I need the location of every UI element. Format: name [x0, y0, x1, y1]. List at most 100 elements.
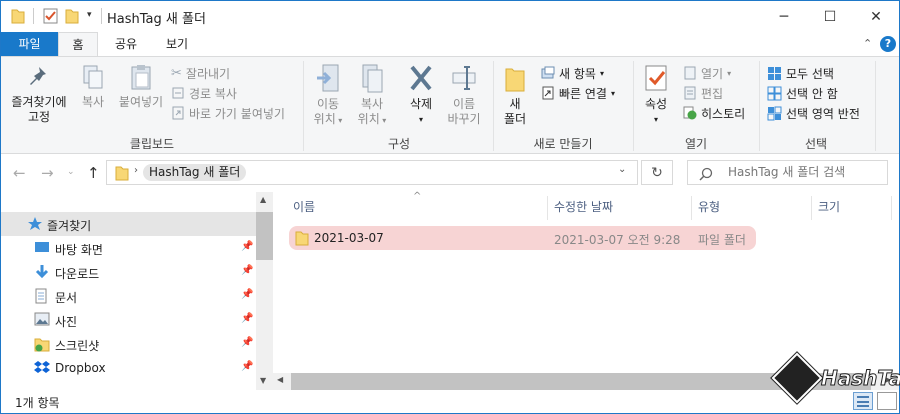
help-icon[interactable]: ? — [880, 36, 896, 52]
collapse-ribbon-icon[interactable]: ⌃ — [863, 37, 872, 50]
column-divider[interactable] — [691, 196, 692, 220]
nav-item-dropbox[interactable]: Dropbox 📌 — [1, 356, 256, 380]
new-folder-button[interactable]: 새 폴더 — [499, 63, 531, 127]
nav-pane-scrollbar[interactable]: ▲ ▼ — [256, 192, 273, 390]
copy-icon — [83, 65, 103, 89]
group-divider — [493, 61, 494, 151]
pin-to-quick-access-button[interactable]: 즐겨찾기에 고정 — [7, 63, 71, 125]
maximize-button[interactable]: ☐ — [807, 1, 853, 32]
folder-icon — [295, 231, 309, 246]
pin-icon: 📌 — [241, 313, 254, 324]
pictures-icon — [34, 312, 50, 326]
scissors-icon: ✂ — [171, 65, 182, 81]
copy-to-button[interactable]: 복사 위치 ▾ — [353, 63, 391, 128]
back-arrow-icon[interactable]: ← — [13, 164, 26, 182]
copy-button[interactable]: 복사 — [75, 63, 111, 110]
customize-quick-access-icon[interactable]: ▾ — [87, 10, 92, 20]
table-row[interactable]: 2021-03-07 2021-03-07 오전 9:28 파일 폴더 — [289, 226, 756, 250]
move-to-button[interactable]: 이동 위치 ▾ — [309, 63, 347, 128]
open-group-label: 열기 — [684, 137, 708, 151]
breadcrumb-chevron-icon[interactable]: › — [134, 165, 138, 176]
column-header-type[interactable]: 유형 — [698, 198, 720, 220]
scrollbar-thumb[interactable] — [256, 212, 273, 260]
nav-item-label: Dropbox — [55, 361, 106, 375]
refresh-button[interactable]: ↻ — [641, 160, 673, 185]
nav-item-pictures[interactable]: 사진 📌 — [1, 308, 256, 332]
refresh-icon: ↻ — [651, 164, 663, 181]
nav-item-desktop[interactable]: 바탕 화면 📌 — [1, 236, 256, 260]
group-divider — [759, 61, 760, 151]
open-label: 열기 — [701, 66, 724, 81]
new-group-label: 새로 만들기 — [533, 137, 593, 151]
properties-icon[interactable] — [43, 7, 59, 27]
easy-access-button[interactable]: 빠른 연결 ▾ — [541, 83, 615, 103]
sort-ascending-icon: ^ — [413, 191, 422, 202]
cut-button[interactable]: ✂ 잘라내기 — [171, 63, 230, 83]
new-item-button[interactable]: 새 항목 ▾ — [541, 63, 604, 83]
tab-home[interactable]: 홈 — [58, 32, 98, 57]
forward-arrow-icon[interactable]: → — [41, 164, 54, 182]
navigation-bar: ← → ⌄ ↑ › HashTag 새 폴더 ⌄ ↻ HashTag 새 폴더 … — [1, 154, 899, 192]
invert-selection-label: 선택 영역 반전 — [786, 106, 860, 121]
new-folder-icon[interactable] — [65, 7, 79, 27]
nav-item-documents[interactable]: 문서 📌 — [1, 284, 256, 308]
minimize-button[interactable]: ─ — [761, 1, 807, 32]
delete-button[interactable]: 삭제 ▾ — [403, 63, 439, 127]
tab-file[interactable]: 파일 — [1, 32, 58, 56]
history-label: 히스토리 — [701, 106, 746, 121]
history-button[interactable]: 히스토리 — [683, 103, 745, 123]
column-divider[interactable] — [811, 196, 812, 220]
nav-item-screenshots[interactable]: 스크린샷 📌 — [1, 332, 256, 356]
select-all-button[interactable]: 모두 선택 — [767, 63, 834, 83]
folder-icon — [11, 9, 25, 24]
tab-view[interactable]: 보기 — [155, 32, 199, 56]
hashtag-watermark-logo: HashTag — [771, 352, 900, 408]
paste-icon — [131, 65, 151, 90]
copy-to-icon — [362, 64, 383, 93]
rename-button[interactable]: 이름 바꾸기 — [445, 63, 483, 127]
copy-path-button[interactable]: 경로 복사 — [171, 83, 237, 103]
window-title: HashTag 새 폴더 — [107, 12, 206, 27]
select-group-label: 선택 — [804, 137, 828, 151]
invert-selection-button[interactable]: 선택 영역 반전 — [767, 103, 860, 123]
item-count: 1개 항목 — [15, 396, 60, 410]
open-icon — [684, 66, 696, 80]
column-divider[interactable] — [547, 196, 548, 220]
scroll-left-icon[interactable]: ◀ — [277, 375, 283, 384]
open-button[interactable]: 열기 ▾ — [683, 63, 731, 83]
new-item-icon — [541, 66, 555, 79]
search-input[interactable]: HashTag 새 폴더 검색 — [687, 160, 888, 185]
file-name: 2021-03-07 — [314, 231, 384, 245]
pin-icon: 📌 — [241, 337, 254, 348]
properties-button[interactable]: 속성 ▾ — [639, 63, 673, 127]
select-none-button[interactable]: 선택 안 함 — [767, 83, 838, 103]
column-header-size[interactable]: 크기 — [818, 198, 840, 220]
column-header-name[interactable]: 이름 — [293, 198, 315, 220]
breadcrumb[interactable]: HashTag 새 폴더 — [143, 164, 247, 181]
move-to-icon — [317, 64, 339, 92]
scroll-down-icon[interactable]: ▼ — [260, 376, 266, 385]
group-divider — [633, 61, 634, 151]
column-divider[interactable] — [891, 196, 892, 220]
file-modified: 2021-03-07 오전 9:28 — [554, 233, 681, 247]
copy-label: 복사 — [81, 95, 105, 109]
paste-button[interactable]: 붙여넣기 — [115, 63, 167, 110]
history-icon — [683, 106, 697, 120]
desktop-icon — [35, 242, 49, 252]
easy-access-label: 빠른 연결 — [559, 86, 607, 101]
up-arrow-icon[interactable]: ↑ — [87, 164, 100, 182]
edit-button[interactable]: 편집 — [683, 83, 723, 103]
paste-shortcut-button[interactable]: 바로 가기 붙여넣기 — [171, 103, 285, 123]
nav-item-quick-access[interactable]: 즐겨찾기 — [1, 212, 256, 236]
close-button[interactable]: ✕ — [853, 1, 899, 32]
nav-item-downloads[interactable]: 다운로드 📌 — [1, 260, 256, 284]
tab-share[interactable]: 공유 — [104, 32, 148, 56]
document-icon — [35, 288, 47, 304]
recent-locations-icon[interactable]: ⌄ — [67, 167, 75, 177]
paste-shortcut-label: 바로 가기 붙여넣기 — [189, 106, 285, 121]
scroll-up-icon[interactable]: ▲ — [260, 195, 266, 204]
address-bar[interactable]: › HashTag 새 폴더 ⌄ — [106, 160, 638, 185]
address-dropdown-icon[interactable]: ⌄ — [618, 164, 626, 175]
column-header-modified[interactable]: 수정한 날짜 — [554, 198, 613, 220]
nav-item-label: 스크린샷 — [55, 339, 100, 353]
